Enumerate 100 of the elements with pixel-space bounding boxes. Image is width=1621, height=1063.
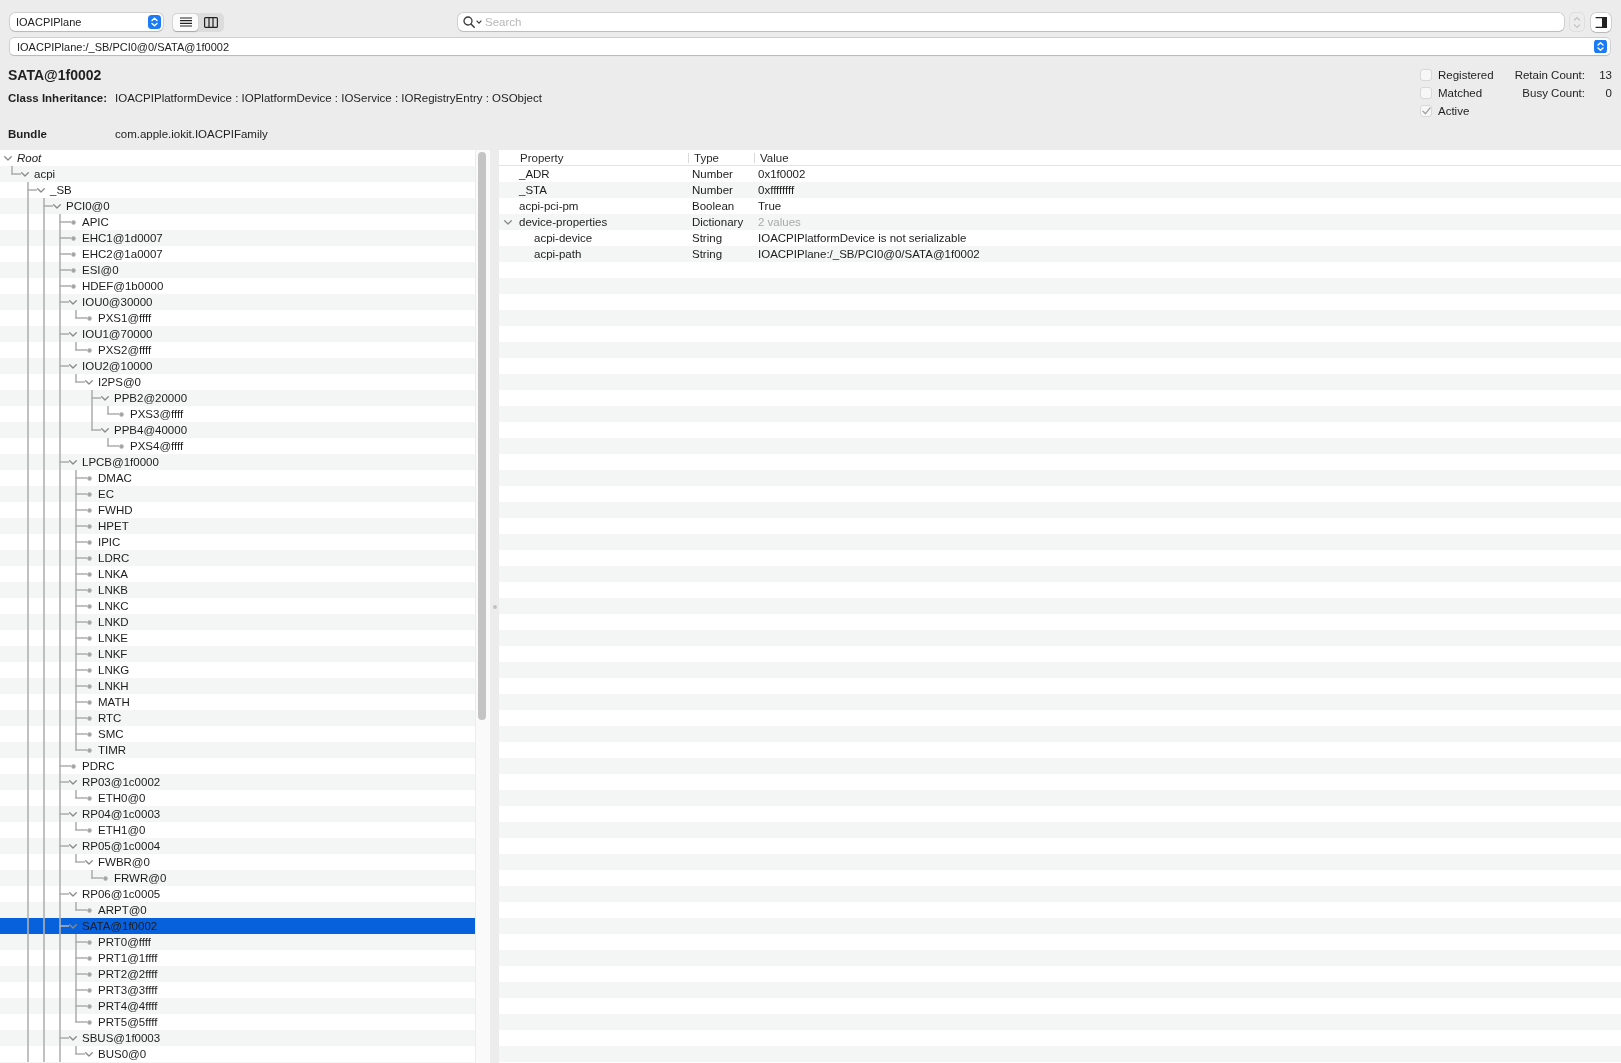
chevron-icon[interactable]: [69, 299, 77, 305]
count-label: Busy Count:: [1522, 87, 1585, 99]
chevron-icon[interactable]: [69, 843, 77, 849]
connector-line: [58, 221, 72, 223]
connector-line: [74, 589, 88, 591]
connector-line: [58, 765, 72, 767]
chevron-icon[interactable]: [69, 363, 77, 369]
property-name: acpi-device: [534, 232, 593, 244]
chevron-icon[interactable]: [4, 155, 12, 161]
connector-line: [74, 1021, 88, 1023]
connector-line: [74, 733, 88, 735]
property-name: device-properties: [519, 216, 608, 228]
column-header[interactable]: Value: [760, 151, 789, 164]
list-icon: [179, 17, 192, 27]
chevron-icon[interactable]: [85, 379, 93, 385]
search-field[interactable]: Search: [458, 13, 1564, 31]
object-title: SATA@1f0002: [8, 66, 103, 84]
connector-line: [74, 349, 88, 351]
connector-line: [74, 541, 88, 543]
connector-line: [42, 205, 54, 207]
connector-line: [74, 317, 88, 319]
connector-line: [74, 1005, 88, 1007]
property-type: Boolean: [692, 200, 735, 212]
connector-line: [74, 957, 88, 959]
connector-line: [74, 621, 88, 623]
connector-line: [58, 253, 72, 255]
chevron-icon[interactable]: [69, 811, 77, 817]
property-type: String: [692, 232, 723, 244]
chevron-icon[interactable]: [85, 1051, 93, 1057]
scrollbar-thumb[interactable]: [478, 152, 486, 720]
connector-line: [58, 925, 70, 927]
checkbox[interactable]: [1420, 87, 1432, 99]
connector-line: [90, 397, 102, 399]
connector-line: [74, 1053, 86, 1055]
connector-line: [74, 669, 88, 671]
connector-line: [26, 189, 38, 191]
chevron-icon[interactable]: [504, 219, 512, 225]
field-value: com.apple.iokit.IOACPIFamily: [115, 127, 268, 142]
chevron-icon[interactable]: [69, 331, 77, 337]
property-value: 0xffffffff: [758, 184, 795, 196]
property-type: String: [692, 248, 723, 260]
connector-line: [10, 173, 22, 175]
connector-line: [74, 685, 88, 687]
connector-line: [58, 301, 70, 303]
connector-line: [74, 525, 88, 527]
connector-line: [58, 461, 70, 463]
list-view-button[interactable]: [173, 13, 198, 31]
connector-line: [58, 237, 72, 239]
checkbox[interactable]: [1420, 69, 1432, 81]
property-value: 2 values: [758, 216, 801, 228]
chevron-icon[interactable]: [69, 459, 77, 465]
field-value: IOACPIPlatformDevice : IOPlatformDevice : IOService : IORegistryEntry : OSObject: [115, 91, 542, 106]
connector-line: [58, 1037, 70, 1039]
updown-chevron-icon: [1573, 15, 1581, 29]
checkbox-label: Active: [1438, 105, 1470, 117]
connector-line: [106, 413, 120, 415]
connector-line: [74, 749, 88, 751]
split-handle[interactable]: [492, 604, 497, 609]
connector-line: [106, 445, 120, 447]
sidebar-toggle-button[interactable]: [1591, 12, 1611, 32]
count-value: 0: [1605, 87, 1612, 99]
property-name: _STA: [519, 184, 547, 196]
connector-line: [74, 493, 88, 495]
sidebar-icon: [1595, 16, 1607, 28]
count-label: Retain Count:: [1514, 69, 1585, 81]
chevron-icon[interactable]: [69, 779, 77, 785]
chevron-icon[interactable]: [69, 891, 77, 897]
connector-line: [74, 989, 88, 991]
connector-line: [74, 509, 88, 511]
property-name: acpi-path: [534, 248, 582, 260]
column-header[interactable]: Property: [520, 151, 564, 164]
connector-line: [74, 861, 86, 863]
checkbox-label: Registered: [1438, 69, 1494, 81]
connector-line: [74, 829, 88, 831]
connector-line: [58, 365, 70, 367]
chevron-icon[interactable]: [37, 187, 45, 193]
chevron-icon[interactable]: [21, 171, 29, 177]
chevron-icon[interactable]: [101, 427, 109, 433]
connector-line: [74, 797, 88, 799]
checkbox[interactable]: [1420, 105, 1432, 117]
chevron-icon[interactable]: [85, 859, 93, 865]
count-value: 13: [1599, 69, 1612, 81]
path-popup[interactable]: IOACPIPlane:/_SB/PCI0@0/SATA@1f0002: [10, 38, 1610, 55]
chevron-icon[interactable]: [53, 203, 61, 209]
connector-line: [74, 637, 88, 639]
connector-line: [58, 813, 70, 815]
property-name: _ADR: [519, 168, 550, 180]
chevron-icon[interactable]: [101, 395, 109, 401]
property-value: IOACPIPlane:/_SB/PCI0@0/SATA@1f0002: [758, 248, 980, 260]
plane-popup[interactable]: IOACPIPlane: [10, 13, 163, 31]
updown-chevron-icon: [148, 15, 161, 29]
property-value: True: [758, 200, 782, 212]
connector-line: [58, 893, 70, 895]
column-header[interactable]: Type: [694, 151, 719, 164]
connector-line: [74, 557, 88, 559]
chevron-icon[interactable]: [69, 923, 77, 929]
connector-line: [90, 429, 102, 431]
chevron-icon[interactable]: [69, 1035, 77, 1041]
connector-line: [58, 285, 72, 287]
property-type: Number: [692, 168, 733, 180]
